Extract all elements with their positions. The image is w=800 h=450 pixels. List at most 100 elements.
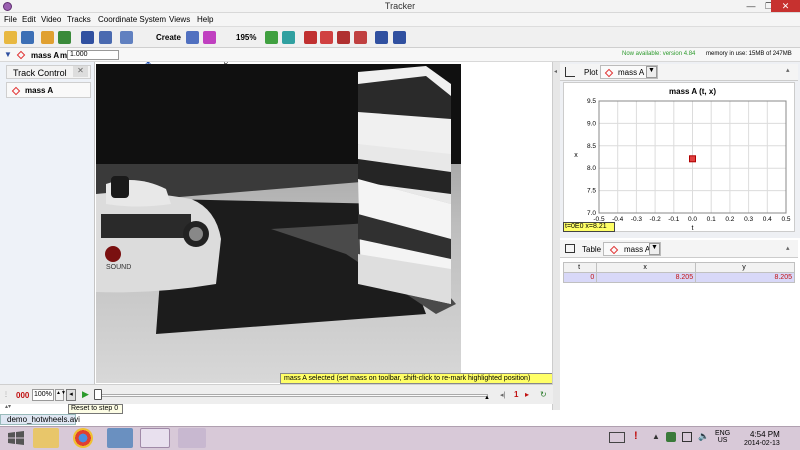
export-icon[interactable] (58, 31, 71, 44)
update-notice[interactable]: Now available: version 4.84 (622, 51, 695, 57)
create-button[interactable]: Create (156, 33, 181, 42)
save-icon[interactable] (21, 31, 34, 44)
file-tab[interactable]: demo_hotwheels.avi (0, 414, 80, 425)
points-icon[interactable] (265, 31, 278, 44)
table-icon (565, 244, 575, 253)
track-control-close-icon[interactable]: ✕ (73, 66, 88, 77)
keyboard-icon[interactable] (609, 432, 625, 443)
open-video-icon[interactable] (41, 31, 54, 44)
mass-input[interactable]: 1.000 (67, 50, 119, 60)
cell-x[interactable]: 8.205 (596, 272, 697, 283)
track-button-label: mass A (25, 86, 54, 95)
table-dropdown-icon[interactable]: ▼ (649, 243, 660, 255)
cell-t[interactable]: 0 (562, 272, 598, 283)
zoom-level[interactable]: 195% (236, 33, 256, 42)
tray-app-icon[interactable] (666, 432, 676, 442)
reset-button[interactable]: ◂ (66, 389, 76, 401)
y-tick-label: 7.0 (587, 210, 596, 217)
measuring-tape-icon[interactable] (186, 31, 199, 44)
rate-spinner-icon[interactable]: ▲▼ (55, 389, 66, 401)
slider-thumb[interactable] (94, 389, 102, 400)
volume-icon[interactable]: 🔈 (698, 431, 709, 442)
panel-splitter[interactable]: ◂ (552, 62, 560, 410)
track-menu-icon[interactable]: ▼ (4, 50, 12, 59)
remote-desktop-icon[interactable] (107, 428, 133, 448)
menu-help[interactable]: Help (197, 15, 213, 24)
x-tick-label: 0.5 (781, 216, 790, 223)
step-size[interactable]: 1 (514, 390, 518, 399)
column-header-t[interactable]: t (562, 262, 598, 273)
mass-diamond-icon (11, 86, 21, 96)
splitter-arrow-icon[interactable]: ◂ (554, 68, 557, 75)
menu-edit[interactable]: Edit (22, 15, 36, 24)
y-tick-label: 9.0 (587, 120, 596, 127)
x-tick-label: -0.1 (668, 216, 680, 223)
axes-icon[interactable] (120, 31, 133, 44)
column-header-y[interactable]: y (695, 262, 795, 273)
track-name[interactable]: mass A (31, 51, 59, 60)
force-icon[interactable] (337, 31, 350, 44)
open-folder-icon[interactable] (4, 31, 17, 44)
data-point (689, 155, 696, 163)
menu-views[interactable]: Views (169, 15, 190, 24)
curve-icon[interactable] (304, 31, 317, 44)
table-tab-label: Table (582, 245, 602, 254)
video-image: SOUND (96, 64, 461, 383)
track-control-panel (0, 62, 95, 384)
minimize-button[interactable]: — (742, 0, 760, 12)
clip-settings-icon[interactable] (81, 31, 94, 44)
plot-area[interactable]: -0.5 -0.4 -0.3 -0.2 -0.1 0.0 0.1 0.2 0.3 0.4 0.5 7.… (563, 82, 795, 232)
clock-date[interactable]: 2014-02-13 (744, 440, 780, 447)
track-button-mass-a[interactable]: mass A (6, 82, 91, 98)
track-toolbar: ▼ mass A m 1.000 Now available: version … (0, 48, 800, 62)
language-indicator[interactable]: ENG US (715, 430, 730, 444)
tray-expand-icon[interactable]: ▲ (652, 432, 660, 441)
menu-tracks[interactable]: Tracks (67, 15, 91, 24)
plot-chart[interactable]: -0.5 -0.4 -0.3 -0.2 -0.1 0.0 0.1 0.2 0.3 0.4 0.57.… (564, 83, 796, 233)
memory-status[interactable]: memory in use: 15MB of 247MB (706, 51, 792, 57)
plot-icon (565, 67, 575, 77)
mass-label-icon[interactable] (393, 31, 406, 44)
calibration-icon[interactable] (99, 31, 112, 44)
table-row[interactable]: 0 8.205 8.205 (562, 272, 795, 283)
reset-tooltip: Reset to step 0 (68, 404, 123, 414)
plot-readout: t=0E0 x=8.21 (563, 222, 615, 232)
labels-icon[interactable] (375, 31, 388, 44)
step-back-icon[interactable]: ◂| (500, 391, 505, 399)
plot-track-label: mass A (618, 68, 645, 77)
step-forward-icon[interactable]: ▸ (525, 390, 529, 399)
cell-y[interactable]: 8.205 (695, 272, 795, 283)
plot-collapse-icon[interactable]: ▴ (786, 66, 790, 74)
chrome-icon[interactable] (73, 428, 93, 448)
close-button[interactable]: ✕ (771, 0, 800, 12)
loop-icon[interactable]: ↻ (540, 390, 547, 399)
table-collapse-icon[interactable]: ▴ (786, 244, 790, 252)
clock-time[interactable]: 4:54 PM (750, 430, 780, 439)
velocity-icon[interactable] (282, 31, 295, 44)
menu-video[interactable]: Video (41, 15, 61, 24)
plot-dropdown-icon[interactable]: ▼ (646, 66, 657, 78)
file-explorer-icon[interactable] (33, 428, 59, 448)
paint-icon[interactable] (178, 428, 206, 448)
network-icon[interactable] (682, 432, 692, 442)
region-code: US (717, 437, 728, 444)
menu-file[interactable]: File (4, 15, 17, 24)
collapse-arrows-icon[interactable]: ▴▾ (5, 403, 11, 410)
end-marker-icon[interactable]: ▲ (484, 395, 490, 401)
column-header-x[interactable]: x (596, 262, 697, 273)
menu-coordinate-system[interactable]: Coordinate System (98, 15, 166, 24)
playback-rate-field[interactable]: 100% (32, 389, 54, 401)
data-table[interactable]: t x y 0 8.205 8.205 (562, 262, 795, 283)
video-frame[interactable]: SOUND (96, 64, 461, 383)
alert-icon[interactable]: ! (634, 430, 638, 442)
frame-number[interactable]: 000 (16, 391, 29, 400)
play-icon[interactable]: ▶ (82, 389, 89, 400)
vector-icon[interactable] (320, 31, 333, 44)
accel-icon[interactable] (354, 31, 367, 44)
trails-icon[interactable] (203, 31, 216, 44)
windows-start-icon[interactable] (8, 431, 24, 445)
status-tip: mass A selected (set mass on toolbar, sh… (280, 373, 553, 384)
window-title: Tracker (384, 1, 416, 11)
frame-slider[interactable] (96, 394, 488, 397)
tracker-taskbar-icon[interactable] (140, 428, 170, 448)
